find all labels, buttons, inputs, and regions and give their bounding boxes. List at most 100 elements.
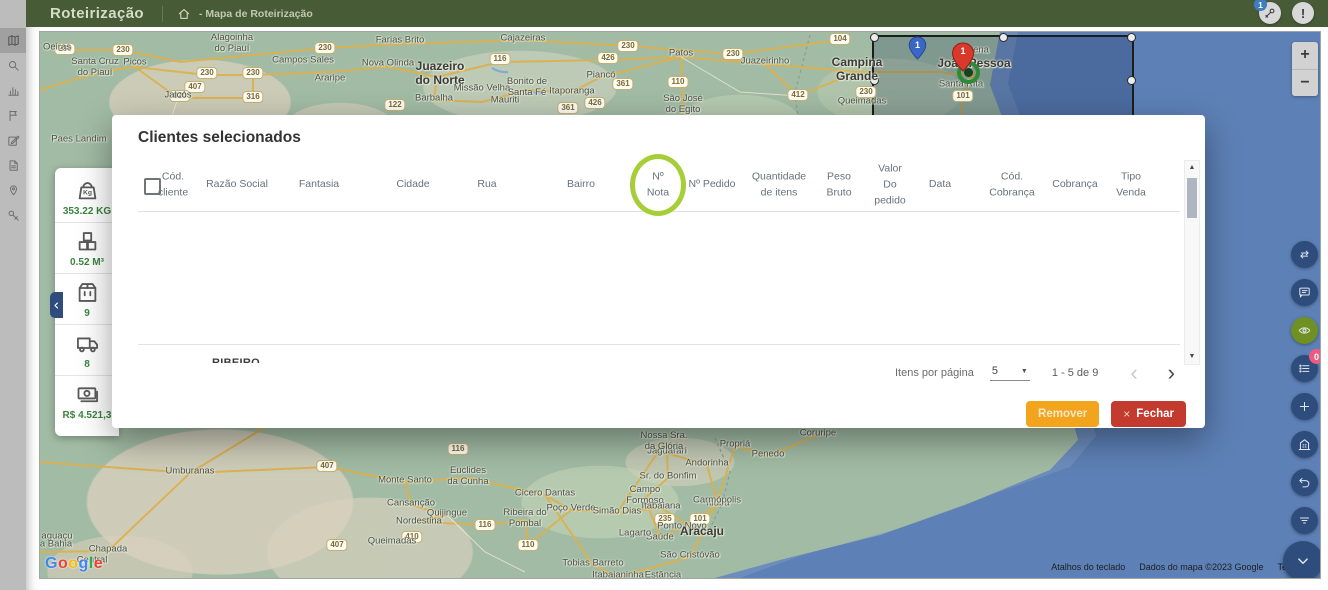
fab-swap-route[interactable]	[1291, 241, 1318, 268]
stat-total-volume: 0.52 M³	[55, 223, 119, 274]
road-shield: 230	[314, 42, 335, 54]
stat-value: 8	[84, 359, 90, 370]
map-icon	[6, 33, 21, 48]
scroll-thumb[interactable]	[1187, 178, 1197, 218]
map-label: Penedo	[752, 450, 785, 461]
fab-filter[interactable]	[1291, 507, 1318, 534]
next-page-button[interactable]: ›	[1168, 363, 1175, 383]
map-label: Campos Sales	[272, 56, 334, 67]
column-header-5[interactable]: Bairro	[567, 177, 595, 193]
column-header-3[interactable]: Cidade	[396, 177, 429, 193]
sidebar-item-documents[interactable]	[0, 153, 26, 178]
column-header-2[interactable]: Fantasia	[299, 177, 339, 193]
google-logo[interactable]: Google	[45, 555, 103, 573]
column-header-9[interactable]: Peso Bruto	[826, 169, 851, 201]
map-attribution: Atalhos do teclado Dados do mapa ©2023 G…	[1051, 562, 1290, 572]
map-data-text: Dados do mapa ©2023 Google	[1139, 562, 1263, 572]
column-header-14[interactable]: Tipo Venda	[1116, 169, 1146, 201]
fab-chat[interactable]	[1291, 279, 1318, 306]
page-size-select[interactable]: 5 ▼	[990, 365, 1030, 381]
close-icon: ×	[1123, 407, 1130, 421]
column-header-12[interactable]: Cód. Cobrança	[989, 169, 1035, 201]
fab-order-list[interactable]: 0	[1291, 355, 1318, 382]
building-icon	[1297, 437, 1312, 452]
prev-page-button[interactable]: ‹	[1130, 363, 1137, 383]
modal-buttons: Remover ×Fechar	[1026, 401, 1186, 427]
column-header-13[interactable]: Cobrança	[1052, 177, 1098, 193]
chevron-left-icon	[52, 301, 61, 310]
sidebar-item-locations[interactable]	[0, 178, 26, 203]
stats-panel: Kg353.22 KG0.52 M³98R$ 4.521,3	[55, 168, 119, 436]
map-label: Tobias Barreto	[562, 559, 623, 570]
map-label: São José do Egito	[663, 94, 703, 116]
fab-add[interactable]	[1291, 393, 1318, 420]
package-icon	[74, 279, 101, 306]
map-label: Oeiras	[43, 43, 71, 54]
map-label: Monte Santo	[378, 476, 432, 487]
map-label: Ribeira do Pombal	[503, 508, 546, 530]
keyboard-shortcuts-link[interactable]: Atalhos do teclado	[1051, 562, 1125, 572]
map-label: Itabaianinha	[592, 571, 644, 578]
map-label: Poço Verde	[546, 504, 595, 515]
items-per-page-label: Itens por página	[895, 367, 974, 379]
column-header-10[interactable]: Valor Do pedido	[874, 161, 906, 208]
breadcrumb: - Mapa de Roteirização	[199, 8, 313, 20]
selection-handle[interactable]	[870, 33, 879, 42]
map-label: Carmópolis	[693, 496, 741, 507]
pagination: Itens por página 5 ▼ 1 - 5 de 9 ‹ ›	[895, 361, 1175, 385]
search-icon	[6, 58, 21, 73]
map-label: Mauriti	[491, 96, 520, 107]
map-label: Santa Cruz do Piauí	[71, 57, 119, 79]
collapse-fab[interactable]	[1283, 541, 1320, 578]
column-header-7[interactable]: Nº Pedido	[688, 177, 735, 193]
road-shield: 110	[518, 539, 539, 551]
fab-company[interactable]	[1291, 431, 1318, 458]
zoom-out-button[interactable]: −	[1292, 70, 1318, 97]
fab-visibility[interactable]	[1291, 317, 1318, 344]
sidebar-item-edit[interactable]	[0, 128, 26, 153]
fab-undo[interactable]	[1291, 469, 1318, 496]
map-label: Picos	[123, 58, 146, 69]
pin-icon	[6, 183, 21, 198]
sidebar-item-map[interactable]	[0, 28, 26, 53]
sidebar-item-search[interactable]	[0, 53, 26, 78]
road-shield: 316	[242, 91, 263, 103]
column-header-11[interactable]: Data	[929, 177, 951, 193]
home-icon[interactable]	[177, 7, 191, 21]
column-header-0[interactable]: Cód. cliente	[158, 169, 188, 201]
map-marker-pin-red[interactable]: 1	[951, 42, 975, 72]
fab-badge: 0	[1309, 349, 1320, 364]
scroll-up-arrow[interactable]: ▲	[1189, 161, 1196, 175]
table-scrollbar[interactable]: ▲ ▼	[1184, 160, 1200, 365]
stat-value: R$ 4.521,3	[63, 410, 112, 421]
sidebar-item-reports[interactable]	[0, 78, 26, 103]
eye-icon	[1297, 323, 1312, 338]
sidebar-item-access[interactable]	[0, 203, 26, 228]
edit-icon	[6, 133, 21, 148]
annotation-circle	[630, 154, 686, 216]
scroll-down-arrow[interactable]: ▼	[1189, 350, 1196, 364]
tools-button[interactable]: 1	[1259, 2, 1281, 24]
map-label: Sr. do Bonfim	[639, 472, 696, 483]
modal-title: Clientes selecionados	[138, 129, 301, 147]
stats-collapse-tab[interactable]	[50, 292, 63, 318]
close-button[interactable]: ×Fechar	[1111, 401, 1186, 427]
column-header-8[interactable]: Quantidade de itens	[752, 169, 806, 201]
chevron-down-icon	[1294, 552, 1312, 570]
selection-handle[interactable]	[999, 33, 1008, 42]
sidebar	[0, 0, 26, 590]
selection-handle[interactable]	[1127, 76, 1136, 85]
road-shield: 407	[316, 460, 337, 472]
column-header-1[interactable]: Razão Social	[206, 177, 268, 193]
selection-handle[interactable]	[1127, 33, 1136, 42]
zoom-in-button[interactable]: +	[1292, 42, 1318, 70]
map-label: Aracaju	[680, 525, 724, 539]
remove-button[interactable]: Remover	[1026, 401, 1099, 427]
column-header-4[interactable]: Rua	[477, 177, 496, 193]
map-marker-pin-blue[interactable]: 1	[908, 36, 927, 60]
alerts-button[interactable]: !	[1292, 2, 1314, 24]
map-label: a Bahia	[40, 540, 72, 551]
sidebar-item-routes[interactable]	[0, 103, 26, 128]
map-label: Itabaiana	[641, 502, 680, 513]
map-label: Itaporanga	[549, 87, 594, 98]
